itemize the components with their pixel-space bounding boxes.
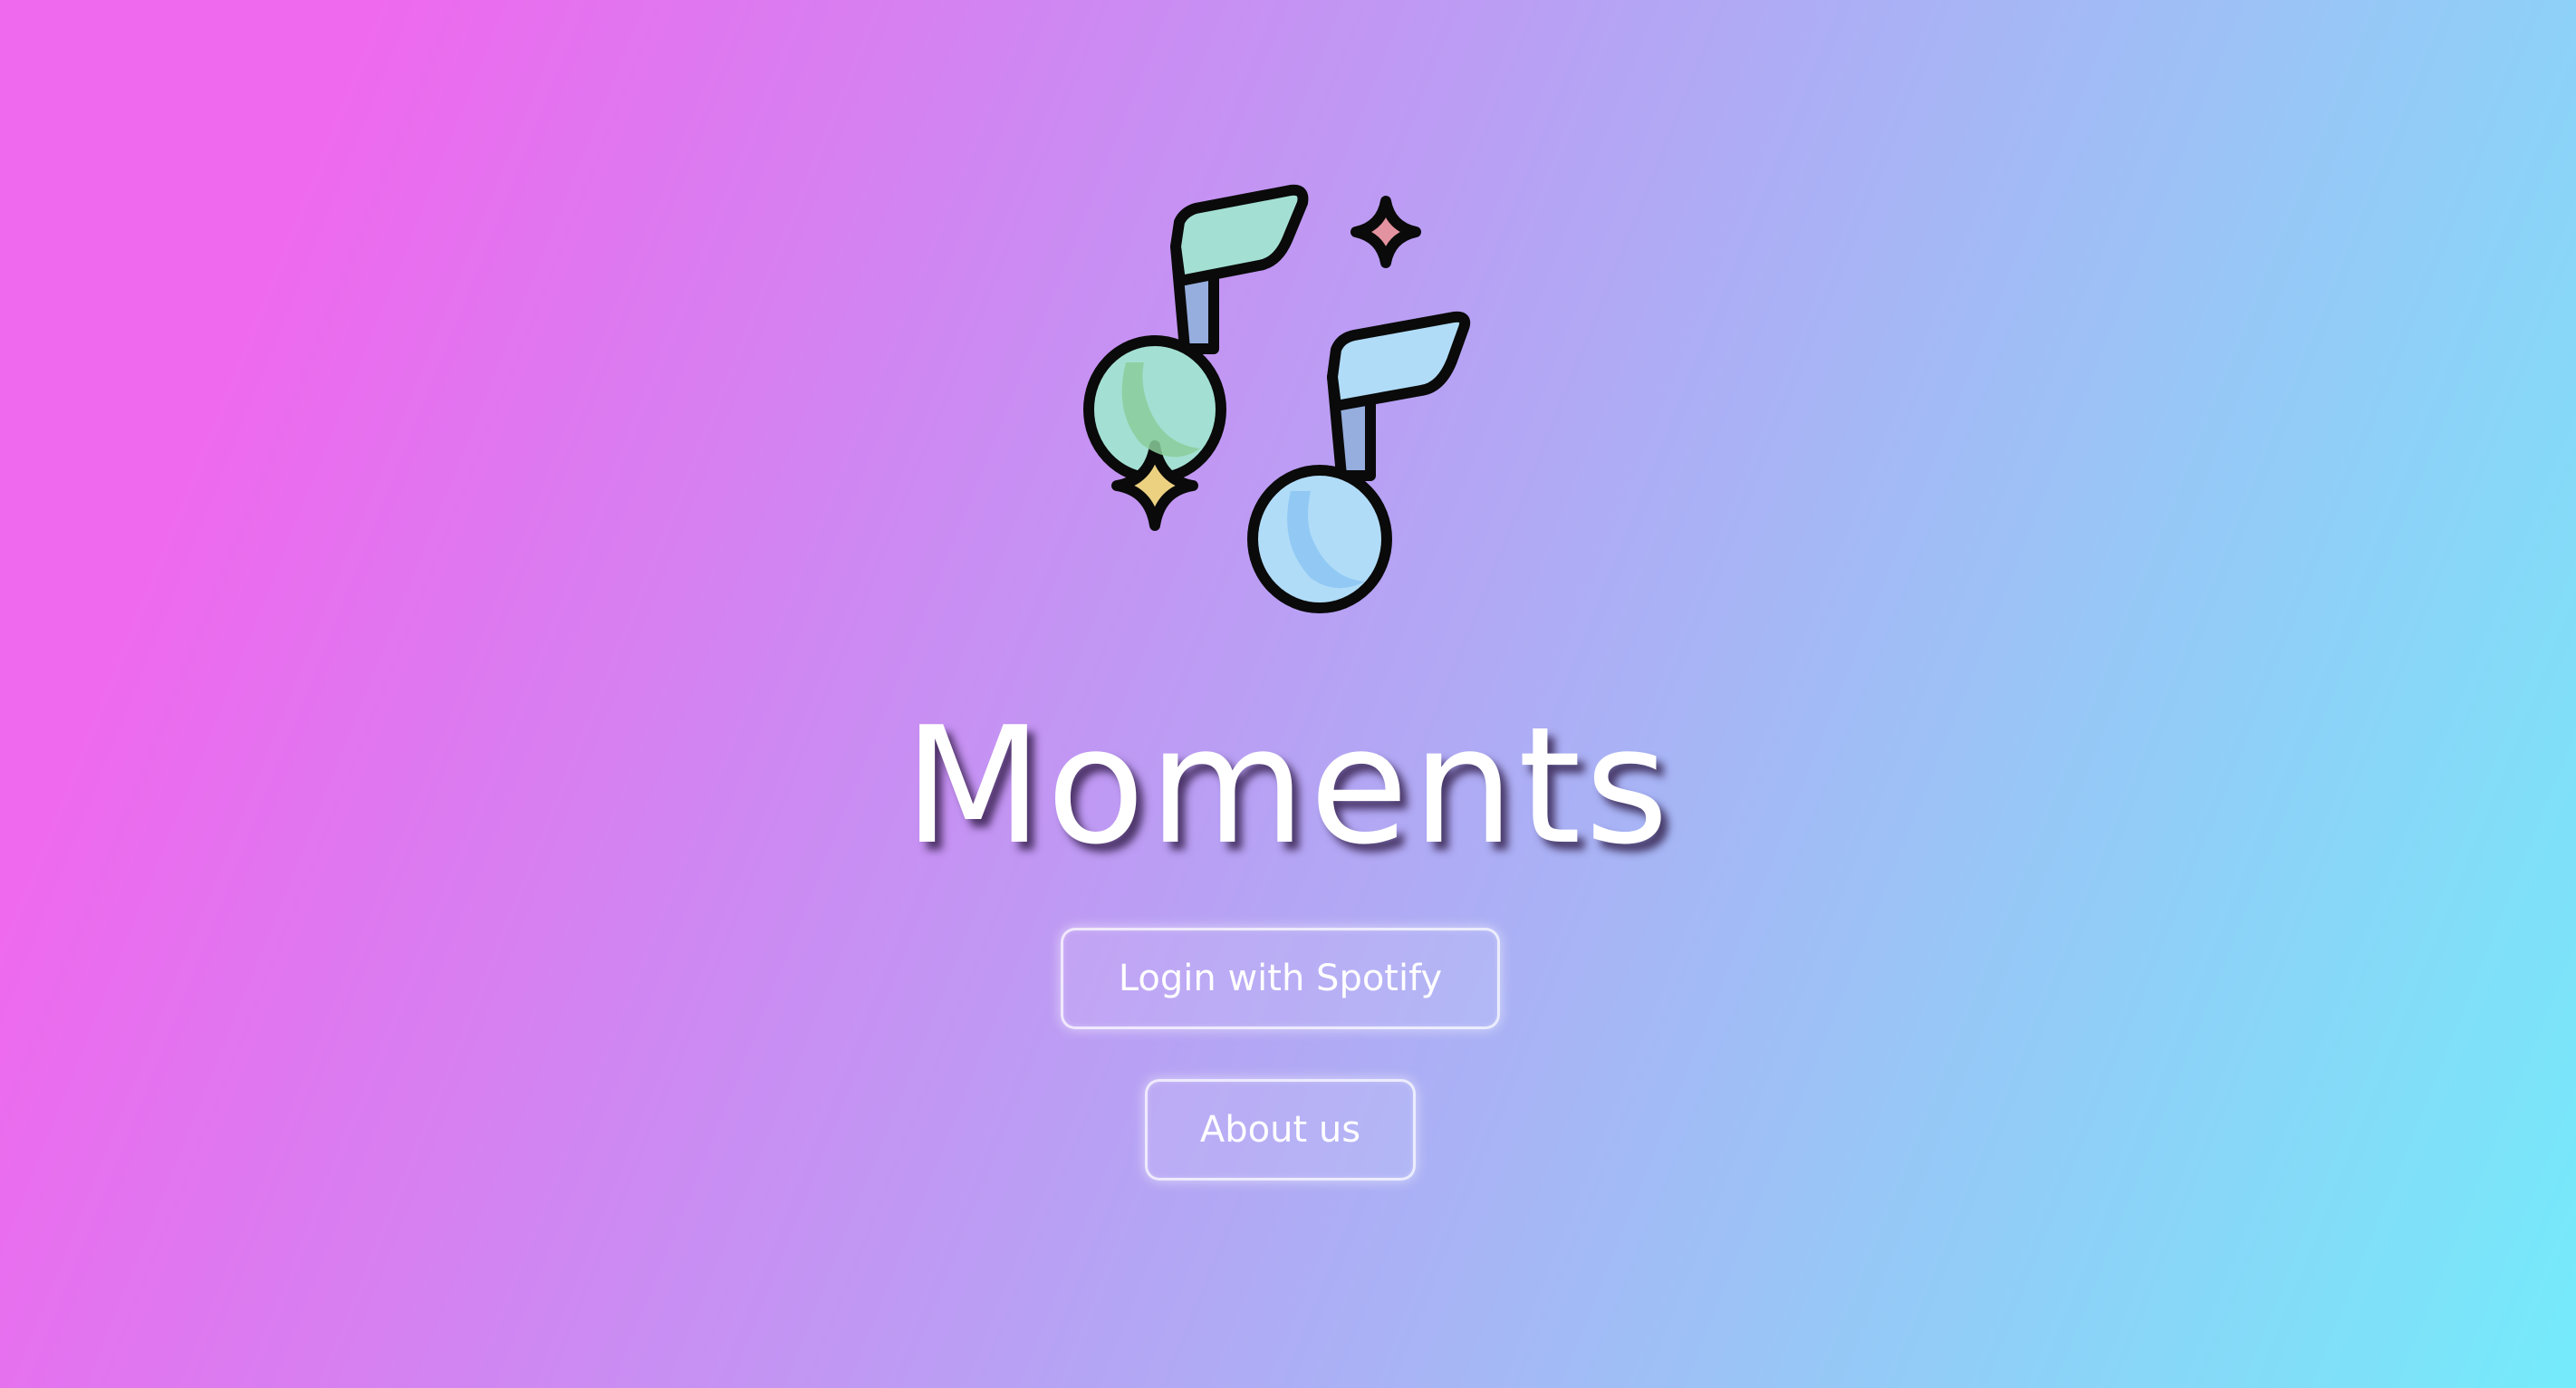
app-title: Moments xyxy=(903,692,1673,880)
music-notes-sparkles-icon xyxy=(1083,184,1471,613)
about-us-button[interactable]: About us xyxy=(1145,1079,1416,1181)
login-with-spotify-button[interactable]: Login with Spotify xyxy=(1061,928,1500,1029)
